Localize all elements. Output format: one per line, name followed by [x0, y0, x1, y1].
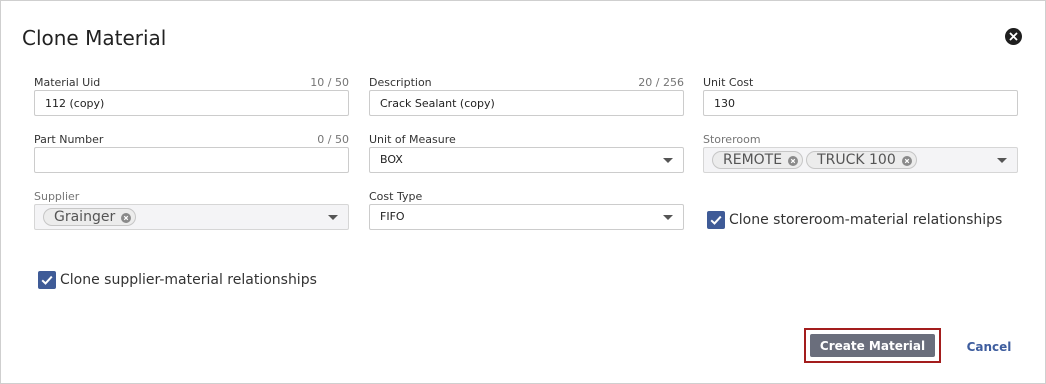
description-input[interactable] [369, 90, 684, 116]
chip-label: Grainger [54, 209, 116, 225]
clone-supplier-row: Clone supplier-material relationships [38, 271, 317, 289]
part-number-counter: 0 / 50 [317, 133, 349, 146]
cancel-button[interactable]: Cancel [961, 338, 1017, 356]
description-label: Description [369, 76, 432, 89]
chevron-down-icon [328, 215, 338, 220]
chip-remove-icon[interactable] [901, 156, 912, 166]
material-uid-label: Material Uid [34, 76, 101, 89]
chevron-down-icon [663, 158, 673, 163]
cost-type-label: Cost Type [369, 190, 423, 203]
dialog-title: Clone Material [22, 26, 167, 50]
material-uid-input[interactable] [34, 90, 349, 116]
clone-supplier-label: Clone supplier-material relationships [60, 272, 317, 288]
supplier-chip: Grainger [43, 208, 137, 226]
description-counter: 20 / 256 [638, 76, 684, 89]
storeroom-chip: REMOTE [712, 151, 804, 169]
unit-of-measure-select[interactable]: BOX [369, 147, 684, 173]
chip-remove-icon[interactable] [121, 213, 132, 223]
clone-material-dialog: Clone Material Material Uid 10 / 50 Desc… [0, 0, 1046, 384]
storeroom-select[interactable]: REMOTE TRUCK 100 [703, 147, 1018, 173]
unit-of-measure-value: BOX [380, 153, 403, 166]
chip-label: TRUCK 100 [817, 152, 896, 168]
chevron-down-icon [663, 215, 673, 220]
clone-storeroom-row: Clone storeroom-material relationships [707, 211, 1002, 229]
storeroom-chip: TRUCK 100 [806, 151, 917, 169]
unit-cost-label: Unit Cost [703, 76, 754, 89]
storeroom-label: Storeroom [703, 133, 761, 146]
part-number-label: Part Number [34, 133, 104, 146]
unit-cost-input[interactable] [703, 90, 1018, 116]
clone-storeroom-label: Clone storeroom-material relationships [729, 212, 1003, 228]
part-number-input[interactable] [34, 147, 349, 173]
chip-label: REMOTE [723, 152, 783, 168]
clone-supplier-checkbox[interactable] [38, 271, 56, 289]
material-uid-counter: 10 / 50 [310, 76, 349, 89]
create-material-button[interactable]: Create Material [810, 334, 935, 357]
supplier-label: Supplier [34, 190, 80, 203]
unit-of-measure-label: Unit of Measure [369, 133, 456, 146]
create-button-highlight: Create Material [804, 328, 941, 363]
clone-storeroom-checkbox[interactable] [707, 211, 725, 229]
cost-type-value: FIFO [380, 210, 405, 223]
chip-remove-icon[interactable] [788, 156, 799, 166]
close-icon[interactable] [1005, 28, 1022, 45]
cost-type-select[interactable]: FIFO [369, 204, 684, 230]
supplier-select[interactable]: Grainger [34, 204, 349, 230]
chevron-down-icon [997, 158, 1007, 163]
